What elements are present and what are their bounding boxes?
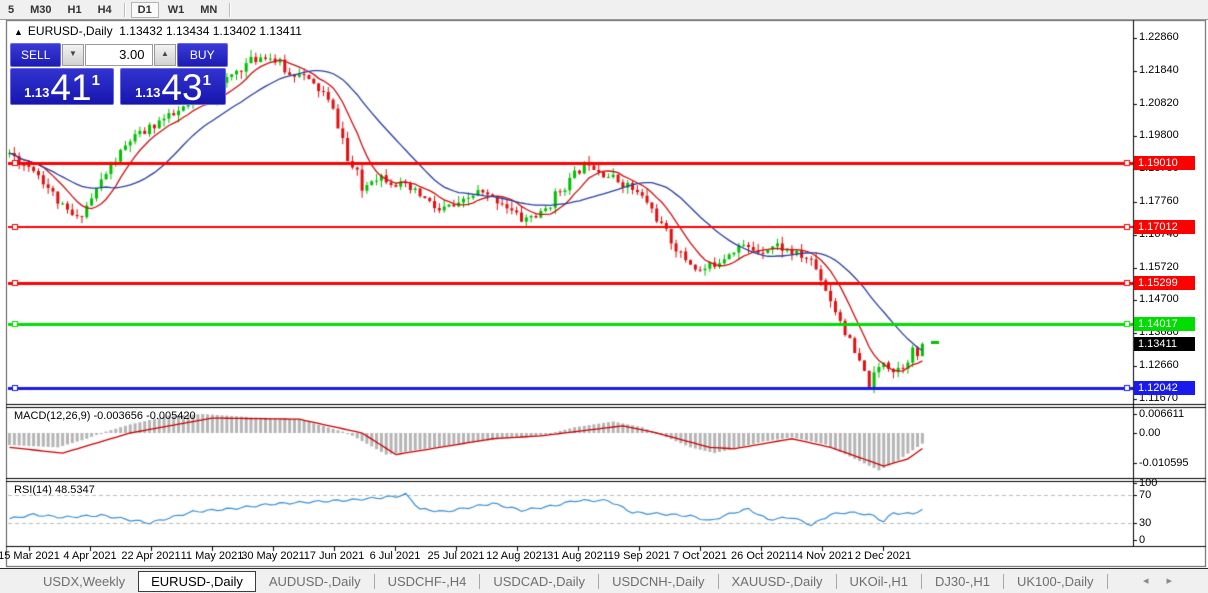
price-axis-label: 1.14700 (1139, 293, 1179, 305)
chart-tab-usdx-weekly[interactable]: USDX,Weekly (30, 572, 138, 591)
chart-ohlc-values: 1.13432 1.13434 1.13402 1.13411 (119, 24, 302, 38)
volume-decrease-button[interactable]: ▼ (62, 44, 84, 66)
sell-price-big: 41 (50, 67, 92, 108)
chart-tab-eurusd-daily[interactable]: EURUSD-,Daily (138, 570, 256, 592)
date-axis-label: 11 May 2021 (180, 550, 244, 562)
sell-price-prefix: 1.13 (24, 85, 50, 100)
buy-price-big: 43 (161, 67, 203, 108)
date-axis-label: 30 May 2021 (241, 550, 305, 562)
price-axis-label: 1.21840 (1139, 64, 1179, 76)
collapse-triangle-icon[interactable]: ▲ (14, 27, 23, 37)
timeframe-button-D1[interactable]: D1 (130, 1, 159, 18)
date-axis-label: 14 Nov 2021 (790, 550, 854, 562)
indicator-axis-label: 0.006611 (1139, 408, 1185, 420)
macd-indicator-label: MACD(12,26,9) -0.003656 -0.005420 (14, 410, 196, 422)
timeframe-button-MN[interactable]: MN (193, 2, 224, 18)
date-axis-label: 22 Apr 2021 (121, 550, 181, 562)
one-click-trading-panel: SELL ▼ 3.00 ▲ BUY 1.13 41 1 1.13 43 1 (10, 43, 228, 108)
date-axis-label: 2 Dec 2021 (854, 550, 912, 562)
date-axis-label: 4 Apr 2021 (63, 550, 117, 562)
tab-scroll-left-icon: ◂ (1142, 575, 1167, 587)
indicator-axis-label: 70 (1139, 489, 1152, 501)
sell-price-pip: 1 (91, 72, 100, 89)
chart-tab-dj30-h1[interactable]: DJ30-,H1 (922, 572, 1003, 591)
current-price-badge: 1.13411 (1134, 337, 1195, 351)
sell-button[interactable]: SELL (10, 43, 62, 67)
level-price-badge: 1.12042 (1134, 381, 1195, 395)
date-axis-label: 26 Oct 2021 (731, 550, 791, 562)
level-price-badge: 1.17012 (1134, 220, 1195, 234)
chart-tab-ukoil-h1[interactable]: UKOil-,H1 (837, 572, 922, 591)
chart-tab-usdchf-h4[interactable]: USDCHF-,H4 (375, 572, 480, 591)
date-axis-label: 6 Jul 2021 (369, 550, 421, 562)
toolbar-separator (229, 2, 232, 17)
price-axis-label: 1.15720 (1139, 261, 1179, 273)
tab-separator (1106, 573, 1108, 589)
buy-price-pip: 1 (202, 72, 211, 89)
timeframe-button-H1[interactable]: H1 (61, 2, 89, 18)
indicator-axis-label: -0.010595 (1139, 457, 1189, 469)
tab-scroll-arrows[interactable]: ◂▸ (1143, 574, 1190, 587)
date-axis-label: 15 Mar 2021 (0, 550, 60, 562)
level-price-badge: 1.19010 (1134, 156, 1195, 170)
chart-tab-uk100-daily[interactable]: UK100-,Daily (1004, 572, 1107, 591)
price-axis-label: 1.12660 (1139, 359, 1179, 371)
sell-price-button[interactable]: 1.13 41 1 (10, 67, 114, 108)
buy-button[interactable]: BUY (176, 43, 228, 67)
chart-tab-xauusd-daily[interactable]: XAUUSD-,Daily (719, 572, 836, 591)
buy-price-prefix: 1.13 (135, 85, 161, 100)
timeframe-button-M30[interactable]: M30 (23, 2, 58, 18)
mt4-terminal: 5 M30 H1 H4 D1 W1 MN ▲ EURUSD-,Daily 1.13432 1.… (0, 0, 1208, 593)
date-axis-label: 17 Jun 2021 (303, 550, 365, 562)
indicator-axis-label: 30 (1139, 517, 1152, 529)
price-axis-label: 1.17760 (1139, 195, 1179, 207)
price-axis-label: 1.22860 (1139, 31, 1179, 43)
toolbar-separator (123, 2, 126, 17)
chart-tab-bar: USDX,Weekly EURUSD-,Daily AUDUSD-,Daily USD… (0, 568, 1208, 593)
date-axis-label: 7 Oct 2021 (673, 550, 727, 562)
date-axis-label: 31 Aug 2021 (547, 550, 609, 562)
date-axis-label: 19 Sep 2021 (607, 550, 671, 562)
volume-input[interactable]: 3.00 (84, 44, 154, 66)
level-price-badge: 1.15299 (1134, 276, 1195, 290)
volume-increase-button[interactable]: ▲ (154, 44, 176, 66)
indicator-axis-label: 0.00 (1139, 427, 1161, 439)
chart-tab-audusd-daily[interactable]: AUDUSD-,Daily (256, 572, 374, 591)
timeframe-button-W1[interactable]: W1 (161, 2, 192, 18)
buy-price-button[interactable]: 1.13 43 1 (120, 67, 226, 108)
indicator-axis-label: 0 (1139, 534, 1146, 546)
price-axis-label: 1.19800 (1139, 129, 1179, 141)
chart-symbol-label: EURUSD-,Daily (27, 24, 113, 38)
date-axis-label: 12 Aug 2021 (486, 550, 548, 562)
price-axis-label: 1.20820 (1139, 97, 1179, 109)
chart-tab-usdcnh-daily[interactable]: USDCNH-,Daily (599, 572, 717, 591)
level-price-badge: 1.14017 (1134, 317, 1195, 331)
timeframe-button-H4[interactable]: H4 (91, 2, 119, 18)
date-axis-label: 25 Jul 2021 (427, 550, 485, 562)
tab-scroll-right-icon: ▸ (1166, 575, 1190, 587)
timeframe-button-5[interactable]: 5 (1, 2, 21, 18)
rsi-indicator-label: RSI(14) 48.5347 (14, 484, 95, 496)
indicator-axis-label: 100 (1139, 477, 1158, 489)
timeframe-toolbar: 5 M30 H1 H4 D1 W1 MN (0, 0, 1208, 20)
chart-tab-usdcad-daily[interactable]: USDCAD-,Daily (480, 572, 598, 591)
chart-title: ▲ EURUSD-,Daily 1.13432 1.13434 1.13402 1… (14, 24, 302, 38)
